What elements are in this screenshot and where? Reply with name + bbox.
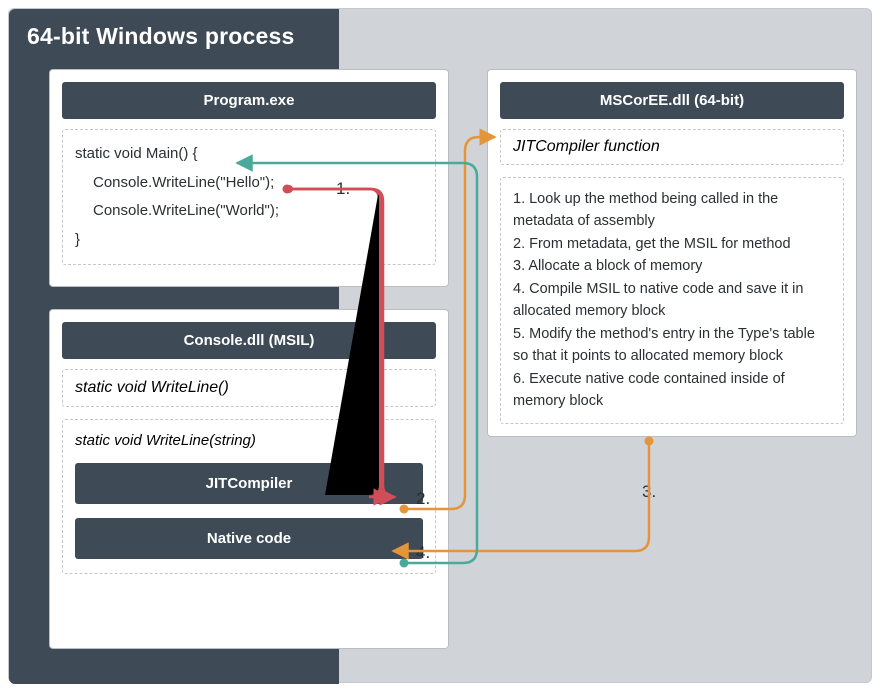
diagram-canvas: 64-bit Windows process Program.exe stati… <box>8 8 872 683</box>
code-line: } <box>75 226 423 255</box>
arrow-label-4: 4. <box>416 543 430 563</box>
writeline-empty-sig: static void WriteLine() <box>62 369 436 407</box>
code-line: Console.WriteLine("World"); <box>75 197 423 226</box>
jit-steps-block: 1. Look up the method being called in th… <box>500 177 844 424</box>
writeline-string-sig: static void WriteLine(string) <box>75 430 423 453</box>
writeline-string-block: static void WriteLine(string) JITCompile… <box>62 419 436 574</box>
process-title: 64-bit Windows process <box>27 23 294 50</box>
jit-step: 4. Compile MSIL to native code and save … <box>513 278 831 323</box>
program-code-block: static void Main() { Console.WriteLine("… <box>62 129 436 265</box>
card-console-header: Console.dll (MSIL) <box>62 322 436 359</box>
jit-step: 5. Modify the method's entry in the Type… <box>513 323 831 368</box>
arrow-label-2: 2. <box>416 489 430 509</box>
jit-step: 2. From metadata, get the MSIL for metho… <box>513 233 831 255</box>
jitcompiler-function-label: JITCompiler function <box>500 129 844 165</box>
jit-step: 3. Allocate a block of memory <box>513 255 831 277</box>
jit-step: 6. Execute native code contained inside … <box>513 368 831 413</box>
arrow-3-dot <box>645 437 654 446</box>
code-line: static void Main() { <box>75 140 423 169</box>
jitcompiler-box: JITCompiler <box>75 463 423 504</box>
code-line: Console.WriteLine("Hello"); <box>75 169 423 198</box>
card-console-dll: Console.dll (MSIL) static void WriteLine… <box>49 309 449 649</box>
card-program-header: Program.exe <box>62 82 436 119</box>
arrow-label-1: 1. <box>336 179 350 199</box>
card-mscoree-header: MSCorEE.dll (64-bit) <box>500 82 844 119</box>
card-program-exe: Program.exe static void Main() { Console… <box>49 69 449 287</box>
arrow-label-3: 3. <box>642 482 656 502</box>
jit-step: 1. Look up the method being called in th… <box>513 188 831 233</box>
native-code-box: Native code <box>75 518 423 559</box>
card-mscoree-dll: MSCorEE.dll (64-bit) JITCompiler functio… <box>487 69 857 437</box>
